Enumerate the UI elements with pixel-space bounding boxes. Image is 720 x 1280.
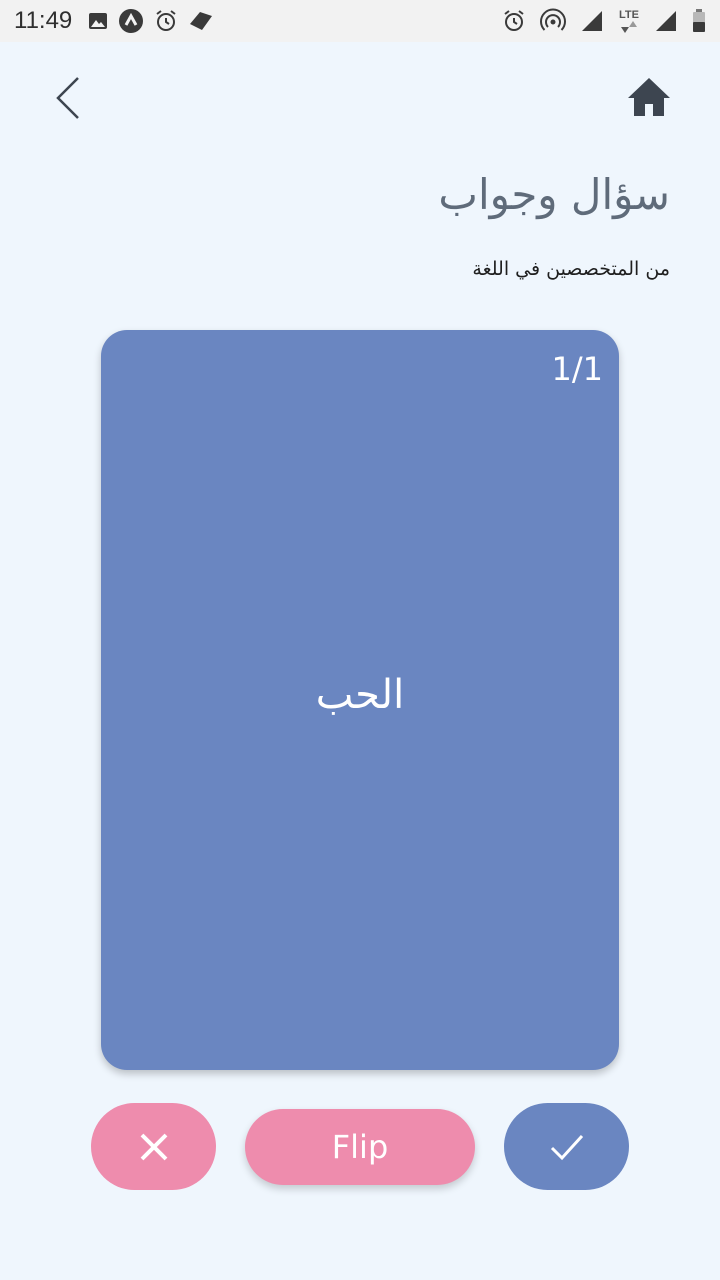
close-icon: [140, 1133, 167, 1160]
system-icons: LTE: [502, 8, 706, 34]
hotspot-icon: [540, 8, 566, 34]
signal-icon: [580, 9, 604, 33]
signal-icon: [654, 9, 678, 33]
home-button[interactable]: [626, 76, 672, 118]
battery-icon: [692, 9, 706, 33]
status-time: 11:49: [14, 7, 73, 34]
flip-button[interactable]: Flip: [245, 1109, 475, 1185]
notification-icons: [88, 8, 214, 34]
home-icon: [628, 78, 670, 116]
back-button[interactable]: [50, 72, 90, 124]
wrong-button[interactable]: [91, 1103, 216, 1190]
lte-icon: LTE: [618, 8, 640, 33]
correct-button[interactable]: [504, 1103, 629, 1190]
image-icon: [88, 11, 108, 31]
alarm-icon: [502, 9, 526, 33]
flashcard[interactable]: 1/1 الحب: [101, 330, 619, 1070]
lte-label: LTE: [619, 8, 639, 21]
flip-button-label: Flip: [331, 1128, 389, 1166]
page-title: سؤال وجواب: [438, 170, 670, 219]
card-word: الحب: [315, 672, 405, 718]
chevron-left-icon: [56, 77, 79, 119]
card-counter: 1/1: [551, 350, 604, 388]
tag-icon: [188, 10, 214, 32]
page-subtitle: من المتخصصين في اللغة: [472, 258, 670, 280]
status-bar: 11:49 LTE: [0, 0, 720, 42]
check-icon: [550, 1134, 583, 1160]
alarm-icon: [154, 9, 178, 33]
app-logo-icon: [118, 8, 144, 34]
